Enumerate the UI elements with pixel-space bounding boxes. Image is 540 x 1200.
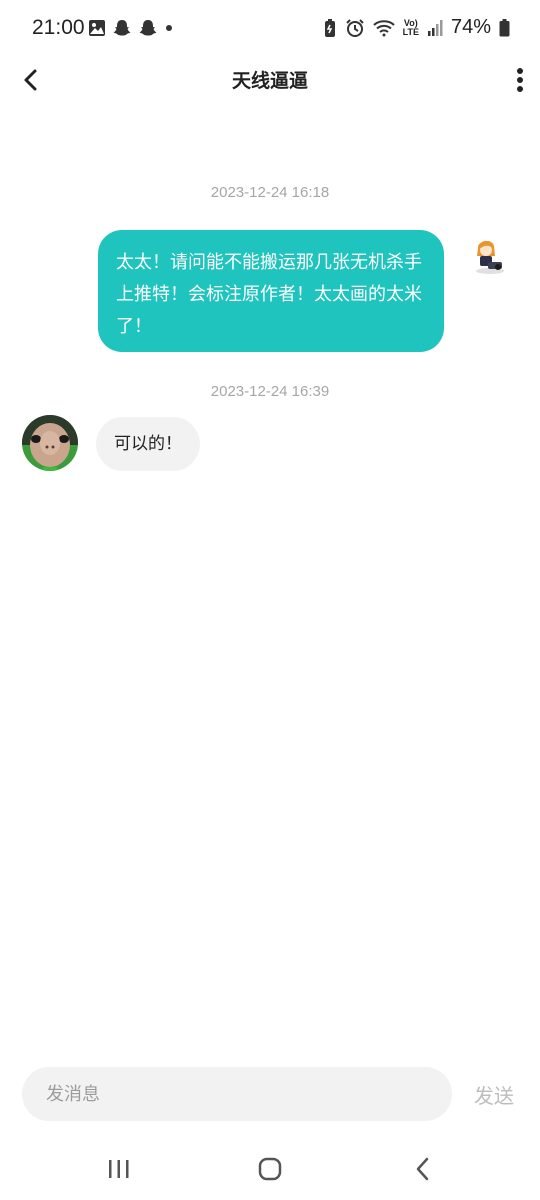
back-icon <box>416 1157 429 1181</box>
send-button[interactable]: 发送 <box>474 1080 514 1109</box>
signal-icon <box>427 19 443 37</box>
status-bar: 21:00 Vo) LTE 74% <box>0 0 540 58</box>
home-icon <box>258 1157 282 1181</box>
system-nav-bar <box>0 1140 540 1200</box>
battery-icon <box>499 18 510 37</box>
notification-icons <box>88 18 174 38</box>
more-vertical-icon <box>517 68 523 92</box>
status-time: 21:00 <box>32 16 85 39</box>
snapchat-icon <box>112 18 132 38</box>
recent-apps-button[interactable] <box>99 1154 139 1184</box>
incoming-message-bubble[interactable]: 可以的！ <box>96 417 200 471</box>
message-timestamp: 2023-12-24 16:39 <box>210 383 330 400</box>
snapchat-icon <box>138 18 158 38</box>
more-options-button[interactable] <box>512 66 528 94</box>
lte-label: LTE <box>402 26 419 37</box>
outgoing-message-bubble[interactable]: 太太！请问能不能搬运那几张无机杀手上推特！会标注原作者！太太画的太米了！ <box>98 230 444 352</box>
message-input[interactable] <box>22 1067 452 1121</box>
page-title: 天线逼逼 <box>231 70 308 92</box>
gallery-icon <box>88 19 106 37</box>
system-status-icons: Vo) LTE 74% <box>323 16 510 39</box>
more-notifications-dot-icon <box>164 23 174 33</box>
message-input-container <box>22 1067 452 1121</box>
network-type: Vo) LTE <box>402 18 419 37</box>
battery-saver-icon <box>323 18 337 38</box>
chat-header: 天线逼逼 <box>0 58 540 102</box>
battery-percentage: 74% <box>450 16 491 38</box>
alarm-icon <box>345 18 365 38</box>
wifi-icon <box>372 19 395 37</box>
chat-screen: 21:00 Vo) LTE 74% 天线逼逼 2023-12-24 16:18 … <box>0 0 540 1200</box>
system-back-button[interactable] <box>402 1154 442 1184</box>
home-button[interactable] <box>250 1154 290 1184</box>
message-timestamp: 2023-12-24 16:18 <box>210 184 330 201</box>
contact-avatar[interactable] <box>22 415 78 471</box>
self-avatar[interactable] <box>468 236 508 276</box>
recent-apps-icon <box>109 1160 129 1178</box>
